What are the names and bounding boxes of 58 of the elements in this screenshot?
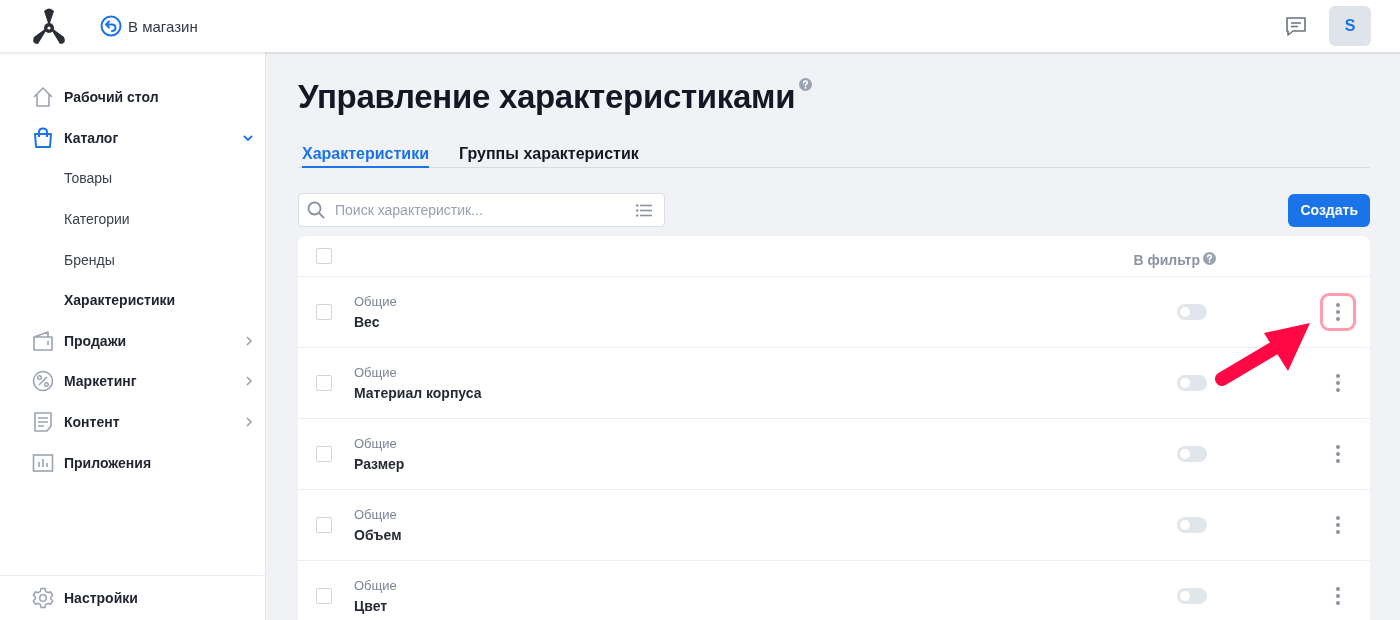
tab[interactable]: Группы характеристик xyxy=(459,140,639,168)
vertical-dots-icon xyxy=(1336,516,1340,534)
row-checkbox[interactable] xyxy=(316,588,332,604)
create-button[interactable]: Создать xyxy=(1288,193,1370,227)
sidebar-item[interactable]: Продажи xyxy=(0,320,265,362)
characteristic-name: Материал корпуса xyxy=(354,385,483,401)
sidebar-item[interactable]: Каталог xyxy=(0,117,265,159)
search-input[interactable]: Поиск характеристик... xyxy=(333,201,628,219)
tab[interactable]: Характеристики xyxy=(302,140,429,168)
group-label: Общие xyxy=(354,578,398,593)
search-icon xyxy=(307,201,325,219)
characteristic-name: Вес xyxy=(354,314,381,330)
sidebar-item[interactable]: Рабочий стол xyxy=(0,77,265,118)
user-avatar[interactable]: S xyxy=(1329,6,1371,46)
search-field[interactable]: Поиск характеристик... xyxy=(298,193,665,227)
chevron-down-icon xyxy=(243,133,253,142)
vertical-dots-icon xyxy=(1336,303,1340,321)
sidebar-item[interactable]: Приложения xyxy=(0,442,265,483)
group-label: Общие xyxy=(354,365,398,380)
sidebar-subitem[interactable]: Товары xyxy=(0,158,117,199)
help-icon[interactable] xyxy=(799,78,813,91)
sidebar-subitem[interactable]: Категории xyxy=(0,198,134,240)
more-button[interactable] xyxy=(1320,293,1356,331)
group-label: Общие xyxy=(354,436,398,451)
page-title: Управление характеристиками xyxy=(298,78,796,116)
settings-item[interactable]: Настройки xyxy=(0,575,265,620)
filter-toggle[interactable] xyxy=(1177,375,1207,391)
sidebar-subitem[interactable]: Бренды xyxy=(0,239,119,280)
sidebar-item[interactable]: Контент xyxy=(0,401,265,443)
column-header: В фильтр xyxy=(1133,252,1200,268)
characteristic-name: Объем xyxy=(354,527,403,543)
chat-icon[interactable] xyxy=(1285,15,1307,37)
row-checkbox[interactable] xyxy=(316,304,332,320)
chevron-right-icon xyxy=(245,417,253,428)
chevron-right-icon xyxy=(245,376,253,387)
sidebar-item[interactable]: Маркетинг xyxy=(0,361,265,402)
group-label: Общие xyxy=(354,507,398,522)
group-label: Общие xyxy=(354,294,398,309)
vertical-dots-icon xyxy=(1336,587,1340,605)
help-icon[interactable] xyxy=(1203,252,1216,265)
characteristic-name: Размер xyxy=(354,456,406,472)
logo-icon xyxy=(30,7,68,45)
row-checkbox[interactable] xyxy=(316,375,332,391)
filter-toggle[interactable] xyxy=(1177,588,1207,604)
row-checkbox[interactable] xyxy=(316,446,332,462)
chevron-right-icon xyxy=(245,335,253,346)
sidebar-subitem[interactable]: Характеристики xyxy=(0,279,180,321)
vertical-dots-icon xyxy=(1336,445,1340,463)
vertical-dots-icon xyxy=(1336,374,1340,392)
list-icon[interactable] xyxy=(636,203,652,217)
row-checkbox[interactable] xyxy=(316,517,332,533)
characteristic-name: Цвет xyxy=(354,598,389,614)
select-all-checkbox[interactable] xyxy=(316,248,332,264)
store-link[interactable]: В магазин xyxy=(100,15,198,37)
filter-toggle[interactable] xyxy=(1177,304,1207,320)
filter-toggle[interactable] xyxy=(1177,446,1207,462)
filter-toggle[interactable] xyxy=(1177,517,1207,533)
settings-icon xyxy=(32,587,54,609)
